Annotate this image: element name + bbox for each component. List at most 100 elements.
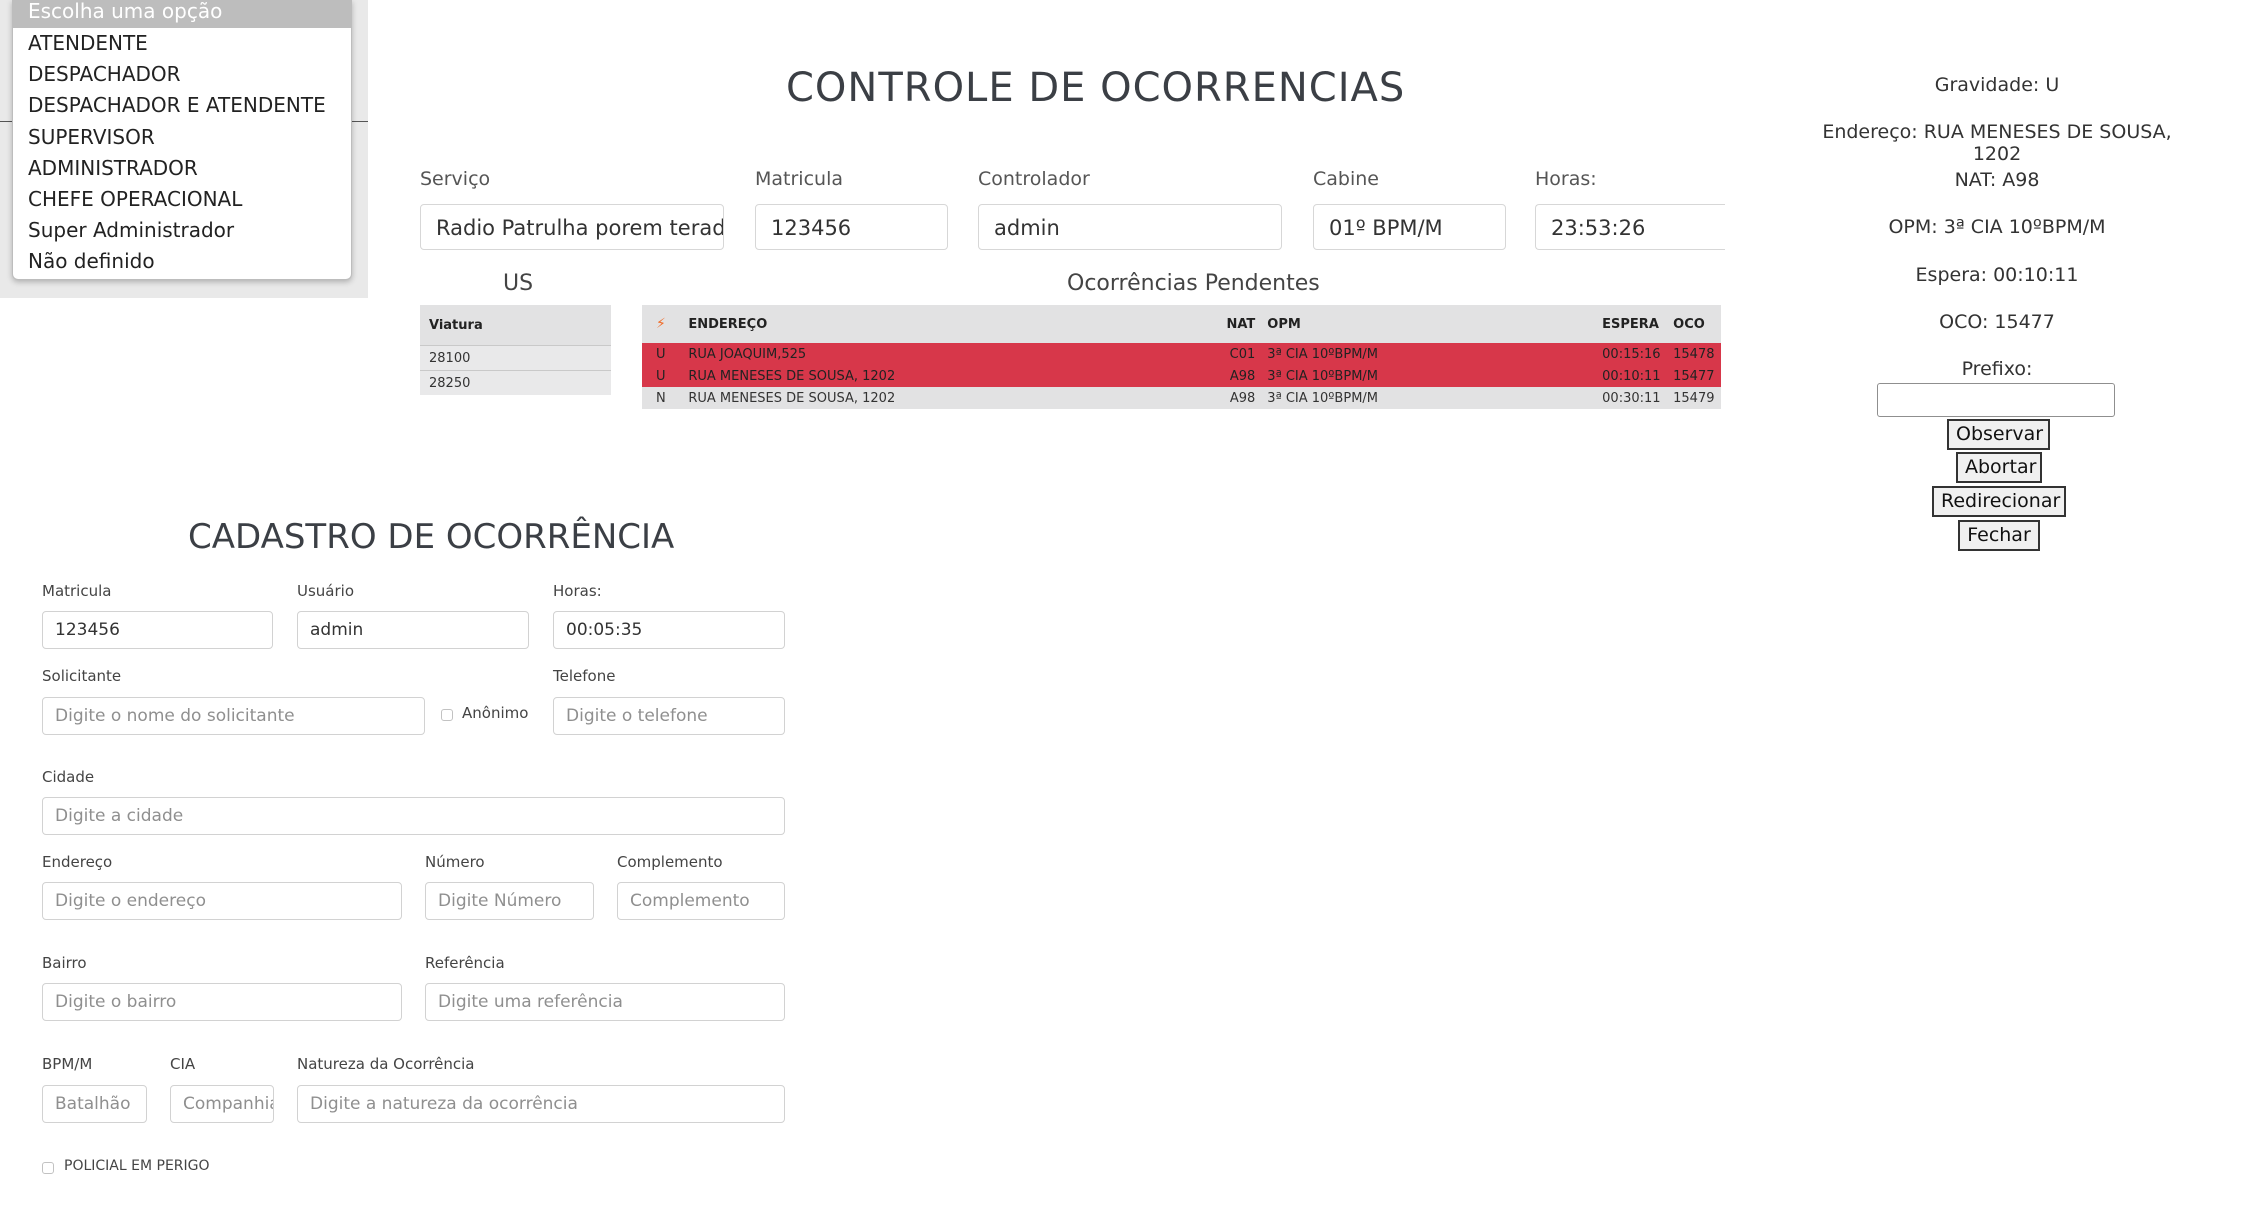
dropdown-option[interactable]: ATENDENTE (13, 28, 351, 59)
endereco-cell: RUA MENESES DE SOUSA, 1202 (682, 387, 1219, 409)
gravidade-cell: U (642, 343, 683, 365)
matricula-label: Matricula (755, 168, 843, 190)
endereco-cell: RUA JOAQUIM,525 (682, 343, 1219, 365)
referencia-input[interactable]: Digite uma referência (425, 983, 785, 1021)
observar-button[interactable]: Observar (1947, 419, 2050, 450)
endereco-cell: RUA MENESES DE SOUSA, 1202 (682, 365, 1219, 387)
policial-perigo-label: POLICIAL EM PERIGO (64, 1158, 210, 1174)
dropdown-option[interactable]: CHEFE OPERACIONAL (13, 184, 351, 215)
bpm-label: BPM/M (42, 1055, 93, 1073)
bpm-input[interactable]: Batalhão (42, 1085, 147, 1123)
form-matricula-label: Matricula (42, 582, 112, 600)
dropdown-option[interactable]: DESPACHADOR E ATENDENTE (13, 90, 351, 121)
nat-cell: A98 (1218, 365, 1262, 387)
table-row[interactable]: 28250 (420, 370, 611, 395)
nat-cell: C01 (1218, 343, 1262, 365)
detail-gravidade: Gravidade: U (1934, 74, 2060, 96)
telefone-input[interactable]: Digite o telefone (553, 697, 785, 735)
numero-label: Número (425, 853, 485, 871)
opm-cell: 3ª CIA 10ºBPM/M (1261, 365, 1597, 387)
opm-header: OPM (1261, 305, 1597, 343)
endereco-header: ENDEREÇO (682, 305, 1219, 343)
gravidade-cell: N (642, 387, 683, 409)
lightning-icon: ⚡ (642, 305, 683, 343)
dropdown-option[interactable]: Não definido (13, 246, 351, 277)
viatura-cell: 28100 (420, 345, 611, 371)
opm-cell: 3ª CIA 10ºBPM/M (1261, 387, 1597, 409)
pending-row[interactable]: U RUA JOAQUIM,525 C01 3ª CIA 10ºBPM/M 00… (642, 343, 1721, 365)
us-table: Viatura 28100 28250 (420, 305, 611, 395)
bairro-label: Bairro (42, 954, 87, 972)
oco-cell: 15479 (1667, 387, 1721, 409)
espera-cell: 00:30:11 (1596, 387, 1668, 409)
complemento-label: Complemento (617, 853, 723, 871)
page-title: CONTROLE DE OCORRENCIAS (786, 65, 1406, 111)
abortar-button[interactable]: Abortar (1956, 452, 2042, 483)
policial-perigo-checkbox[interactable] (42, 1162, 54, 1174)
detail-nat: NAT: A98 (1954, 169, 2040, 191)
cabine-label: Cabine (1313, 168, 1379, 190)
servico-label: Serviço (420, 168, 491, 190)
natureza-input[interactable]: Digite a natureza da ocorrência (297, 1085, 785, 1123)
nat-cell: A98 (1218, 387, 1262, 409)
oco-cell: 15477 (1667, 365, 1721, 387)
viatura-header: Viatura (420, 305, 611, 346)
oco-header: OCO (1667, 305, 1721, 343)
form-title: CADASTRO DE OCORRÊNCIA (188, 517, 675, 557)
anonimo-checkbox[interactable] (441, 709, 453, 721)
cabine-field[interactable]: 01º BPM/M (1313, 204, 1506, 250)
oco-cell: 15478 (1667, 343, 1721, 365)
numero-input[interactable]: Digite Número (425, 882, 594, 920)
prefixo-label: Prefixo: (1961, 358, 2033, 380)
anonimo-label: Anônimo (462, 704, 529, 722)
cia-input[interactable]: Companhia (170, 1085, 274, 1123)
matricula-field[interactable]: 123456 (755, 204, 948, 250)
endereco-label: Endereço (42, 853, 113, 871)
servico-field[interactable]: Radio Patrulha porem terad (420, 204, 724, 250)
dropdown-option[interactable]: DESPACHADOR (13, 59, 351, 90)
role-dropdown-list[interactable]: Escolha uma opção ATENDENTE DESPACHADOR … (12, 0, 352, 280)
controlador-field[interactable]: admin (978, 204, 1282, 250)
fechar-button[interactable]: Fechar (1958, 520, 2040, 551)
bairro-input[interactable]: Digite o bairro (42, 983, 402, 1021)
form-horas-label: Horas: (553, 582, 602, 600)
dropdown-option[interactable]: ADMINISTRADOR (13, 153, 351, 184)
nat-header: NAT (1218, 305, 1262, 343)
solicitante-input[interactable]: Digite o nome do solicitante (42, 697, 425, 735)
usuario-field[interactable]: admin (297, 611, 529, 649)
natureza-label: Natureza da Ocorrência (297, 1055, 475, 1073)
dropdown-option[interactable]: SUPERVISOR (13, 122, 351, 153)
prefixo-input[interactable] (1877, 383, 2115, 417)
dropdown-option-placeholder[interactable]: Escolha uma opção (13, 0, 351, 28)
detail-opm: OPM: 3ª CIA 10ºBPM/M (1888, 216, 2106, 238)
pending-table: ⚡ ENDEREÇO NAT OPM ESPERA OCO U RUA JOAQ… (642, 305, 1721, 409)
cidade-label: Cidade (42, 768, 95, 786)
pending-row[interactable]: U RUA MENESES DE SOUSA, 1202 A98 3ª CIA … (642, 365, 1721, 387)
gravidade-cell: U (642, 365, 683, 387)
espera-header: ESPERA (1596, 305, 1668, 343)
opm-cell: 3ª CIA 10ºBPM/M (1261, 343, 1597, 365)
viatura-cell: 28250 (420, 370, 611, 395)
detail-espera: Espera: 00:10:11 (1915, 264, 2079, 286)
pending-row[interactable]: N RUA MENESES DE SOUSA, 1202 A98 3ª CIA … (642, 387, 1721, 409)
espera-cell: 00:15:16 (1596, 343, 1668, 365)
dropdown-option[interactable]: Super Administrador (13, 215, 351, 246)
cia-label: CIA (170, 1055, 196, 1073)
telefone-label: Telefone (553, 667, 616, 685)
endereco-input[interactable]: Digite o endereço (42, 882, 402, 920)
form-matricula-field[interactable]: 123456 (42, 611, 273, 649)
cidade-input[interactable]: Digite a cidade (42, 797, 785, 835)
detail-oco: OCO: 15477 (1939, 311, 2055, 333)
referencia-label: Referência (425, 954, 505, 972)
redirecionar-button[interactable]: Redirecionar (1932, 486, 2066, 517)
controlador-label: Controlador (978, 168, 1090, 190)
usuario-label: Usuário (297, 582, 355, 600)
complemento-input[interactable]: Complemento (617, 882, 785, 920)
horas-field[interactable]: 23:53:26 (1535, 204, 1725, 250)
table-row[interactable]: 28100 (420, 345, 611, 371)
us-title: US (503, 271, 534, 296)
solicitante-label: Solicitante (42, 667, 122, 685)
espera-cell: 00:10:11 (1596, 365, 1668, 387)
detail-endereco: Endereço: RUA MENESES DE SOUSA, 1202 (1822, 121, 2172, 165)
form-horas-field[interactable]: 00:05:35 (553, 611, 785, 649)
